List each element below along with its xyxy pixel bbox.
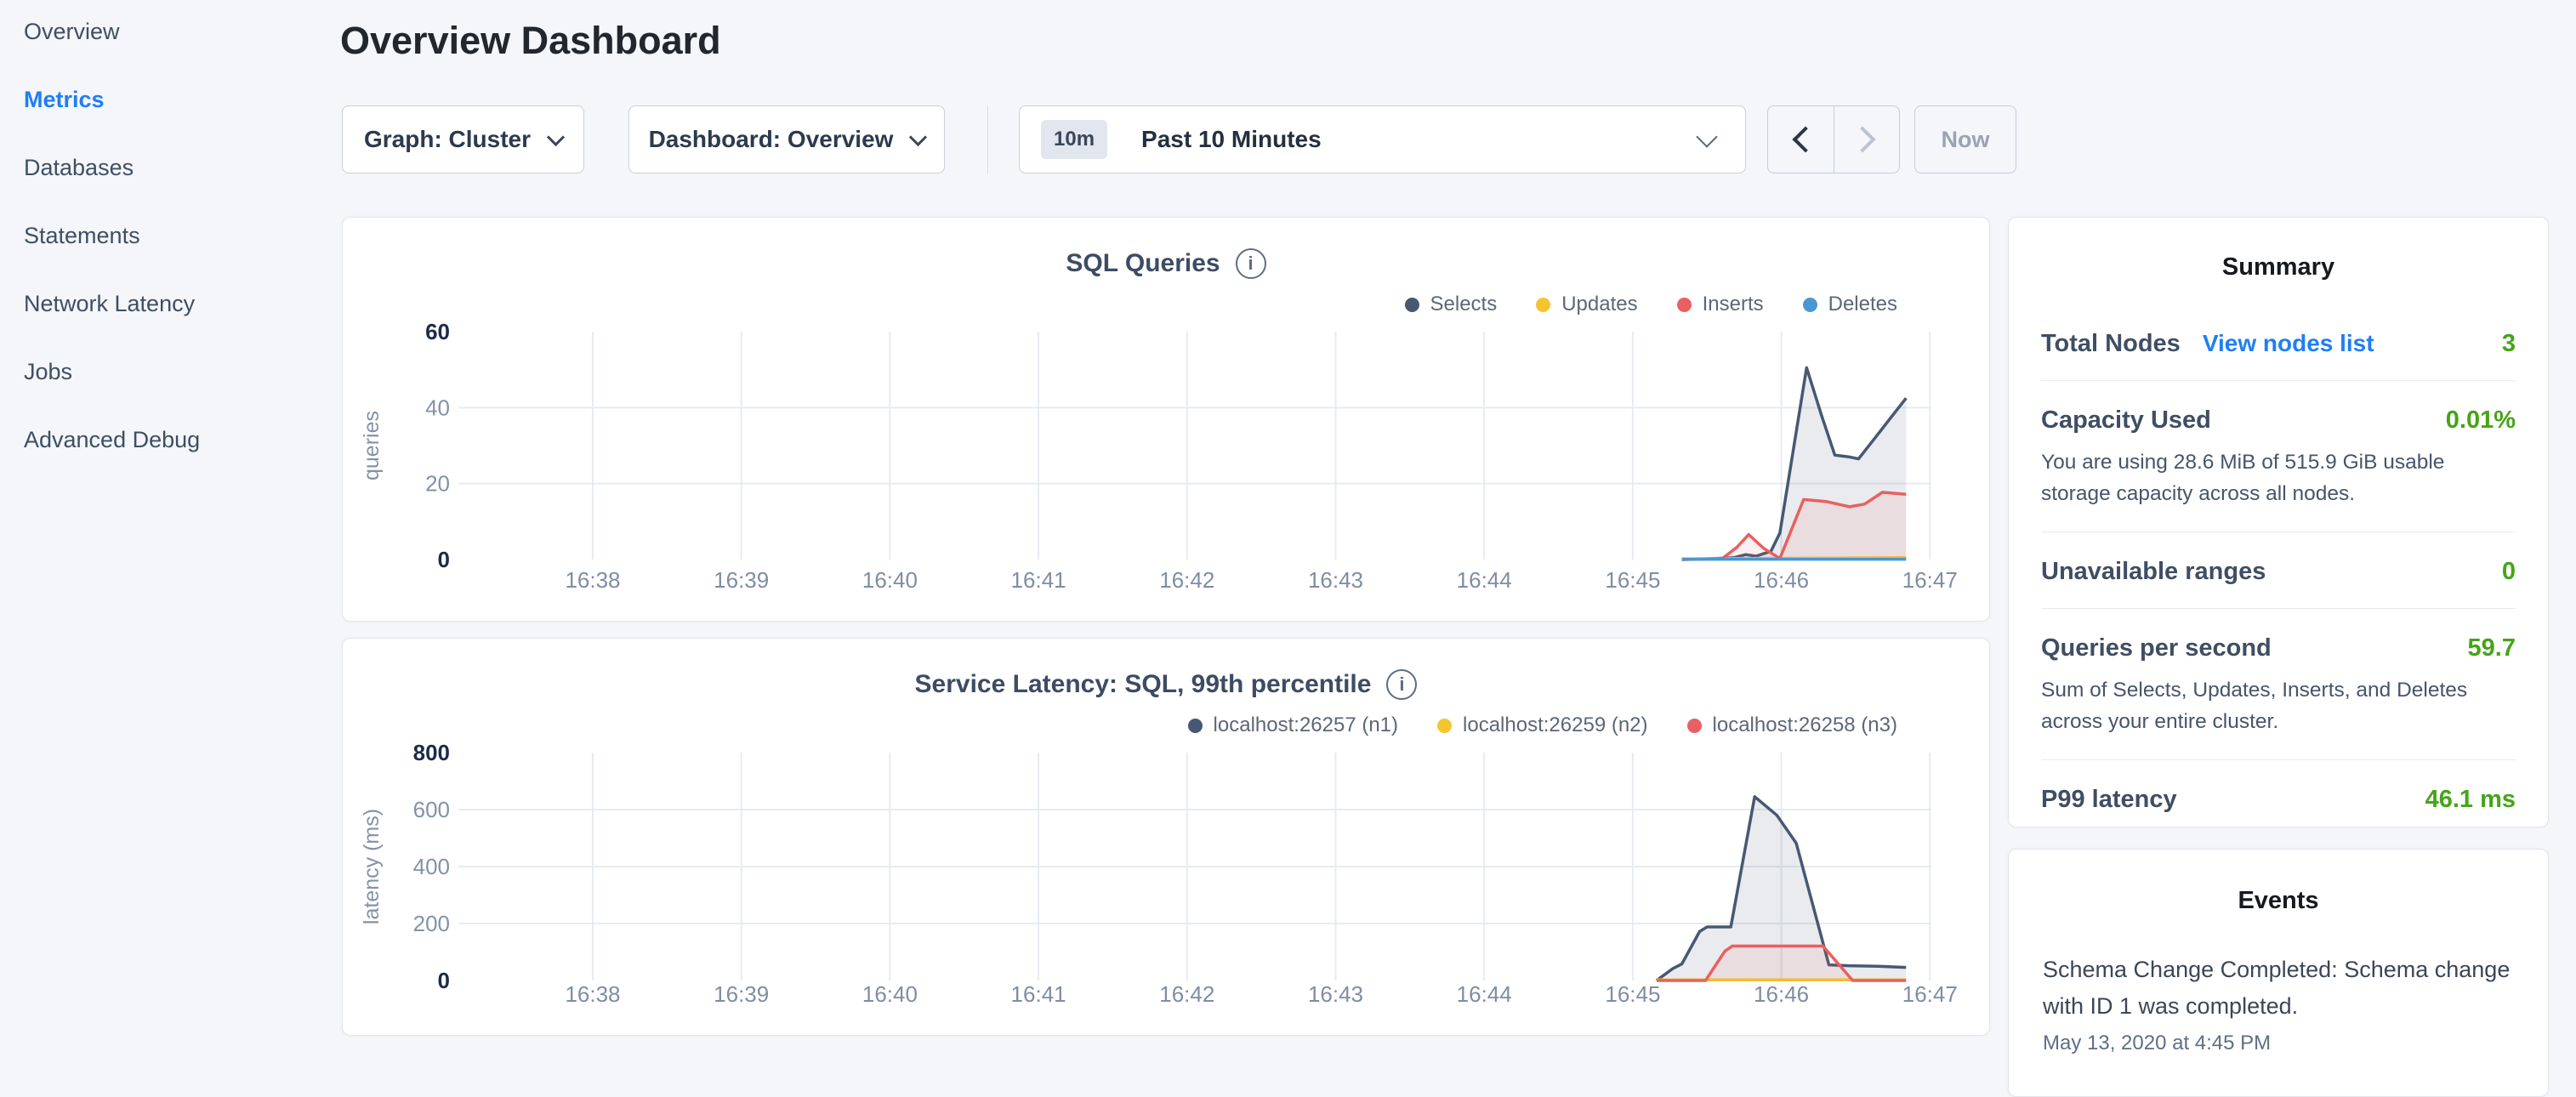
svg-text:16:43: 16:43 bbox=[1308, 567, 1363, 593]
svg-text:latency (ms): latency (ms) bbox=[360, 809, 384, 924]
svg-text:16:47: 16:47 bbox=[1902, 981, 1958, 1007]
svg-text:16:39: 16:39 bbox=[714, 567, 769, 593]
summary-row-label: Total Nodes bbox=[2041, 330, 2181, 358]
time-step-buttons bbox=[1767, 105, 1900, 173]
time-window-label: Past 10 Minutes bbox=[1141, 126, 1322, 153]
sidebar-item-overview[interactable]: Overview bbox=[24, 0, 330, 65]
svg-text:queries: queries bbox=[360, 411, 384, 480]
svg-text:16:46: 16:46 bbox=[1754, 567, 1809, 593]
chevron-down-icon bbox=[547, 128, 565, 145]
chevron-left-icon bbox=[1792, 126, 1818, 152]
summary-row-capacity-used: Capacity Used 0.01% You are using 28.6 M… bbox=[2041, 381, 2516, 532]
summary-row-value: 0 bbox=[2502, 558, 2516, 586]
svg-text:400: 400 bbox=[413, 854, 450, 879]
now-button[interactable]: Now bbox=[1914, 105, 2016, 173]
summary-row-description: Sum of Selects, Updates, Inserts, and De… bbox=[2041, 674, 2516, 737]
graph-dropdown[interactable]: Graph: Cluster bbox=[342, 105, 584, 173]
dashboard-dropdown[interactable]: Dashboard: Overview bbox=[628, 105, 945, 173]
summary-row-value: 0.01% bbox=[2446, 406, 2516, 435]
summary-panel: Summary Total Nodes View nodes list 3 Ca… bbox=[2008, 217, 2549, 827]
svg-text:16:41: 16:41 bbox=[1011, 567, 1066, 593]
chevron-right-icon bbox=[1849, 126, 1875, 152]
page-title: Overview Dashboard bbox=[340, 19, 721, 63]
svg-text:200: 200 bbox=[413, 911, 450, 936]
service-latency-chart-card: Service Latency: SQL, 99th percentile i … bbox=[342, 638, 1990, 1036]
svg-text:16:44: 16:44 bbox=[1457, 567, 1512, 593]
svg-text:16:39: 16:39 bbox=[714, 981, 769, 1007]
svg-text:0: 0 bbox=[438, 547, 450, 572]
summary-row-label: Queries per second bbox=[2041, 634, 2272, 662]
graph-dropdown-label: Graph: Cluster bbox=[364, 126, 531, 153]
sidebar-item-jobs[interactable]: Jobs bbox=[24, 338, 330, 406]
events-panel: Events Schema Change Completed: Schema c… bbox=[2008, 849, 2549, 1097]
svg-text:16:42: 16:42 bbox=[1159, 981, 1214, 1007]
sidebar-item-metrics[interactable]: Metrics bbox=[24, 65, 330, 134]
summary-row-p99-latency: P99 latency 46.1 ms bbox=[2041, 760, 2516, 836]
svg-text:16:40: 16:40 bbox=[862, 981, 918, 1007]
time-prev-button[interactable] bbox=[1768, 106, 1834, 173]
time-window-picker[interactable]: 10m Past 10 Minutes bbox=[1019, 105, 1746, 173]
dashboard-dropdown-label: Dashboard: Overview bbox=[649, 126, 894, 153]
svg-text:40: 40 bbox=[425, 395, 450, 420]
sidebar-item-network-latency[interactable]: Network Latency bbox=[24, 270, 330, 338]
summary-row-queries-per-second: Queries per second 59.7 Sum of Selects, … bbox=[2041, 609, 2516, 760]
summary-title: Summary bbox=[2041, 247, 2516, 287]
svg-text:60: 60 bbox=[425, 319, 450, 344]
svg-text:16:40: 16:40 bbox=[862, 567, 918, 593]
toolbar: Graph: Cluster Dashboard: Overview 10m P… bbox=[342, 105, 2016, 173]
sidebar-item-advanced-debug[interactable]: Advanced Debug bbox=[24, 406, 330, 474]
svg-text:16:47: 16:47 bbox=[1902, 567, 1958, 593]
sidebar: Overview Metrics Databases Statements Ne… bbox=[24, 0, 330, 474]
summary-row-label: Capacity Used bbox=[2041, 406, 2211, 435]
svg-text:16:38: 16:38 bbox=[565, 567, 620, 593]
svg-text:16:45: 16:45 bbox=[1605, 981, 1660, 1007]
events-title: Events bbox=[2043, 880, 2514, 921]
svg-text:16:46: 16:46 bbox=[1754, 981, 1809, 1007]
svg-text:16:44: 16:44 bbox=[1457, 981, 1512, 1007]
event-timestamp: May 13, 2020 at 4:45 PM bbox=[2043, 1032, 2514, 1055]
toolbar-divider bbox=[987, 105, 988, 173]
svg-text:16:38: 16:38 bbox=[565, 981, 620, 1007]
view-nodes-list-link[interactable]: View nodes list bbox=[2203, 330, 2374, 357]
svg-text:16:45: 16:45 bbox=[1605, 567, 1660, 593]
summary-row-description: You are using 28.6 MiB of 515.9 GiB usab… bbox=[2041, 446, 2516, 509]
summary-row-total-nodes: Total Nodes View nodes list 3 bbox=[2041, 304, 2516, 381]
svg-text:600: 600 bbox=[413, 797, 450, 822]
svg-text:16:41: 16:41 bbox=[1011, 981, 1066, 1007]
svg-text:800: 800 bbox=[413, 740, 450, 765]
svg-text:16:43: 16:43 bbox=[1308, 981, 1363, 1007]
summary-row-value: 46.1 ms bbox=[2425, 786, 2516, 814]
summary-row-label: P99 latency bbox=[2041, 786, 2177, 814]
svg-text:20: 20 bbox=[425, 471, 450, 497]
summary-row-unavailable-ranges: Unavailable ranges 0 bbox=[2041, 532, 2516, 609]
svg-text:0: 0 bbox=[438, 968, 450, 993]
chevron-down-icon bbox=[909, 128, 927, 145]
svg-text:16:42: 16:42 bbox=[1159, 567, 1214, 593]
chevron-down-icon bbox=[1696, 126, 1717, 147]
sidebar-item-statements[interactable]: Statements bbox=[24, 202, 330, 270]
time-window-badge: 10m bbox=[1041, 120, 1107, 159]
sql-queries-chart-canvas[interactable]: 16:38 16:39 16:40 16:41 16:42 16:43 16:44 16:45… bbox=[343, 218, 1991, 622]
summary-row-value: 59.7 bbox=[2468, 634, 2516, 662]
sidebar-item-databases[interactable]: Databases bbox=[24, 134, 330, 202]
time-next-button[interactable] bbox=[1834, 106, 1899, 173]
summary-row-label: Unavailable ranges bbox=[2041, 558, 2266, 586]
event-message[interactable]: Schema Change Completed: Schema change w… bbox=[2043, 952, 2514, 1025]
summary-row-value: 3 bbox=[2502, 330, 2516, 358]
service-latency-chart-canvas[interactable]: 16:38 16:39 16:40 16:41 16:42 16:43 16:44 16:45… bbox=[343, 639, 1991, 1037]
sql-queries-chart-card: SQL Queries i SelectsUpdatesInsertsDelet… bbox=[342, 217, 1990, 622]
